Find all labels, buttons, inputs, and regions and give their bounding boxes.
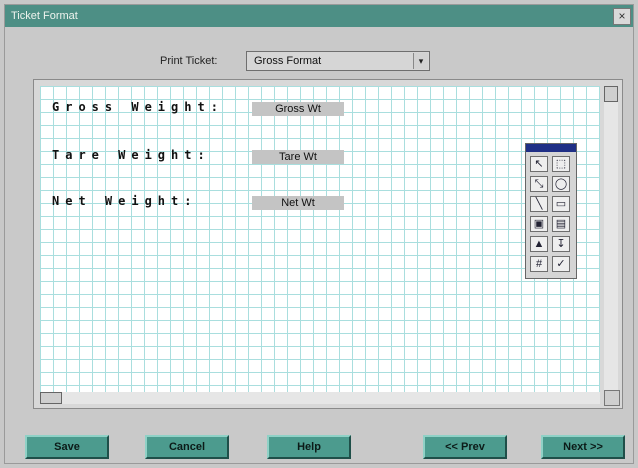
rect-select-icon[interactable]: ⬚ <box>552 156 570 172</box>
check-icon[interactable]: ✓ <box>552 256 570 272</box>
resize-icon[interactable]: ⤡ <box>530 176 548 192</box>
net-weight-label[interactable]: Net Weight: <box>52 194 197 208</box>
title-bar: Ticket Format × <box>5 5 633 27</box>
pointer-icon[interactable]: ↖ <box>530 156 548 172</box>
help-button[interactable]: Help <box>267 435 351 459</box>
net-weight-field[interactable]: Net Wt <box>252 196 344 210</box>
ticket-format-window: Ticket Format × Print Ticket: Gross Form… <box>4 4 634 464</box>
save-button[interactable]: Save <box>25 435 109 459</box>
fill-icon[interactable]: ▣ <box>530 216 548 232</box>
close-button[interactable]: × <box>613 8 631 25</box>
horizontal-scrollbar[interactable] <box>40 392 600 404</box>
cancel-button[interactable]: Cancel <box>145 435 229 459</box>
gross-weight-label[interactable]: Gross Weight: <box>52 100 224 114</box>
arrow-up-icon[interactable]: ▲ <box>530 236 548 252</box>
print-ticket-select[interactable]: Gross Format ▾ <box>246 51 430 71</box>
frame-icon[interactable]: ▭ <box>552 196 570 212</box>
design-canvas[interactable]: Gross Weight: Gross Wt Tare Weight: Tare… <box>40 86 600 396</box>
toolbox-title-bar[interactable] <box>526 144 576 152</box>
scroll-thumb-vertical[interactable] <box>604 86 618 102</box>
layers-icon[interactable]: ▤ <box>552 216 570 232</box>
chevron-down-icon[interactable]: ▾ <box>413 53 428 69</box>
window-title: Ticket Format <box>11 10 78 22</box>
print-ticket-selected-value: Gross Format <box>254 55 322 67</box>
drawing-toolbox: ↖ ⬚ ⤡ ◯ ╲ ▭ ▣ ▤ ▲ ↧ # ✓ <box>525 143 577 279</box>
vertical-scrollbar[interactable] <box>604 86 618 396</box>
prev-button[interactable]: << Prev <box>423 435 507 459</box>
scroll-thumb-horizontal[interactable] <box>40 392 62 404</box>
next-button[interactable]: Next >> <box>541 435 625 459</box>
line-icon[interactable]: ╲ <box>530 196 548 212</box>
arrow-down-icon[interactable]: ↧ <box>552 236 570 252</box>
tare-weight-label[interactable]: Tare Weight: <box>52 148 211 162</box>
tare-weight-field[interactable]: Tare Wt <box>252 150 344 164</box>
print-ticket-label: Print Ticket: <box>160 55 218 67</box>
hash-icon[interactable]: # <box>530 256 548 272</box>
gross-weight-field[interactable]: Gross Wt <box>252 102 344 116</box>
resize-grip-icon[interactable] <box>604 390 620 406</box>
ellipse-icon[interactable]: ◯ <box>552 176 570 192</box>
